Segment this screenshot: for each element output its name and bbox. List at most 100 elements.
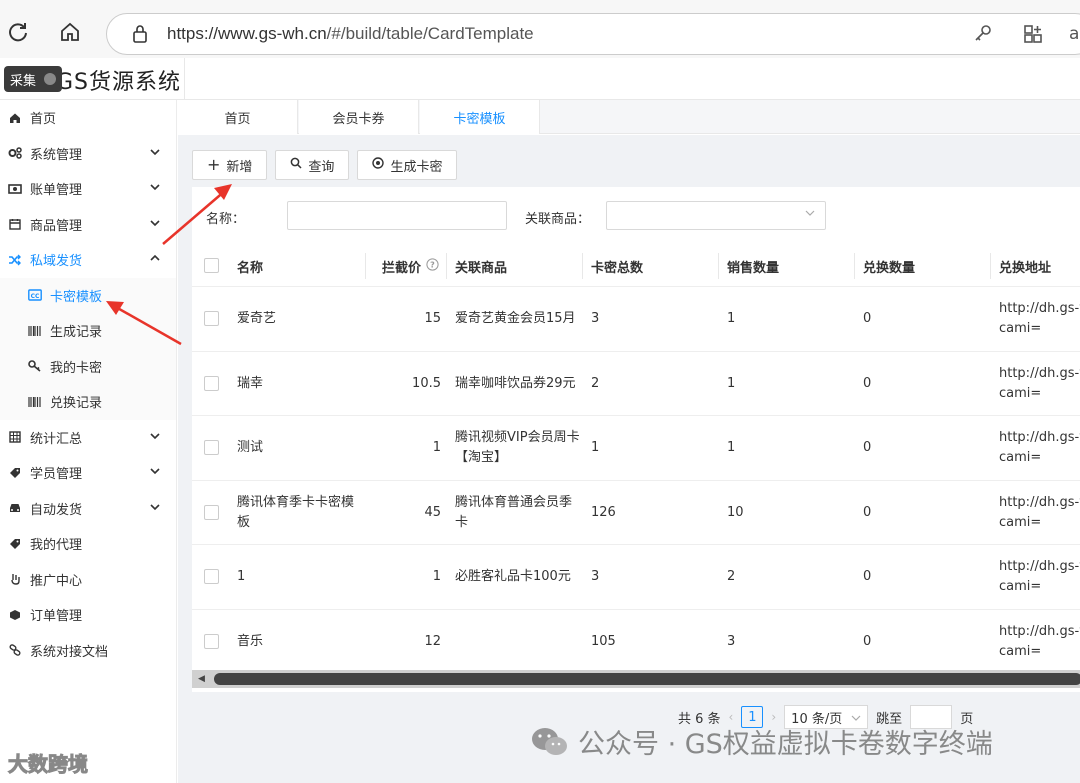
column-header-name[interactable]: 名称 [237,245,263,287]
row-checkbox[interactable] [204,311,219,326]
sidebar-item-promotion[interactable]: 推广中心 [0,562,176,598]
horizontal-scrollbar[interactable]: ◀ [192,670,1080,688]
app-header: GS货源系统 采集 [0,58,1080,100]
sidebar-item-billing[interactable]: 账单管理 [0,171,176,207]
cell-product: 腾讯体育普通会员季卡 [455,494,573,530]
sidebar-item-products[interactable]: 商品管理 [0,207,176,243]
cell-name: 瑞幸 [237,375,264,391]
sidebar-item-my-agent[interactable]: 我的代理 [0,526,176,562]
name-filter-input[interactable] [287,201,507,230]
sidebar-item-api-docs[interactable]: 系统对接文档 [0,633,176,669]
row-checkbox[interactable] [204,504,219,520]
add-button[interactable]: + 新增 [192,150,268,180]
row-checkbox[interactable] [204,440,219,455]
url-host: https://www.gs-wh.cn [167,24,327,43]
cell-product: 必胜客礼品卡100元 [455,569,571,584]
redeem-url-line2: cami= [999,450,1042,465]
cell-name: 音乐 [237,633,264,649]
cell-sold: 1 [727,375,736,391]
wechat-watermark: 公众号 · GS权益虚拟卡卷数字终端 [530,722,993,761]
redeem-url-line2: cami= [999,514,1042,530]
cell-product: 瑞幸咖啡饮品券29元 [455,375,576,391]
column-header-sold[interactable]: 销售数量 [727,245,779,287]
cell-redeem-url[interactable]: http://dh.gs-w cami= [999,287,1080,351]
chevron-down-icon [150,432,160,443]
cell-sold: 1 [727,440,736,455]
sidebar-item-redeem-records[interactable]: 兑换记录 [0,384,176,420]
column-header-price[interactable]: 拦截价 ? [382,245,439,287]
cell-redeem-url[interactable]: http://dh.gs-w cami= [999,352,1080,416]
cell-redeem-url[interactable]: http://dh.gs-w cami= [999,481,1080,545]
add-button-label: 新增 [226,159,253,175]
table-row[interactable]: 测试 1 腾讯视频VIP会员周卡【淘宝】 1 1 0 http://dh.gs-w cami= [192,416,1080,481]
column-header-product[interactable]: 关联商品 [455,245,507,287]
tag-icon [8,537,22,551]
column-header-redeem-url[interactable]: 兑换地址 [999,245,1051,287]
collect-button[interactable]: 采集 [4,66,62,92]
redeem-url-line1: http://dh.gs-w [999,559,1080,574]
table-row[interactable]: 爱奇艺 15 爱奇艺黄金会员15月 3 1 0 http://dh.gs-w cami= [192,287,1080,352]
cell-redeemed: 0 [863,311,872,326]
tab-home[interactable]: 首页 [178,100,298,134]
select-all-checkbox[interactable] [204,258,219,273]
read-aloud-icon[interactable]: a [1069,24,1079,44]
tab-card-template[interactable]: 卡密模板 [420,100,540,134]
tab-member-coupons[interactable]: 会员卡券 [299,100,419,134]
table-row[interactable]: 音乐 12 105 3 0 http://dh.gs-w cami= [192,610,1080,674]
reload-icon[interactable] [0,14,36,50]
generate-cards-button[interactable]: 生成卡密 [357,150,458,180]
name-filter-label: 名称： [206,212,246,227]
search-button-label: 查询 [308,159,335,175]
sidebar-item-auto-delivery[interactable]: 自动发货 [0,491,176,527]
row-checkbox[interactable] [204,569,219,584]
cell-total: 1 [591,440,600,455]
question-circle-icon[interactable]: ? [426,257,439,275]
column-header-redeemed[interactable]: 兑换数量 [863,245,915,287]
sidebar-item-label: 首页 [30,112,57,128]
scrollbar-thumb[interactable] [214,673,1080,685]
cell-redeem-url[interactable]: http://dh.gs-w cami= [999,610,1080,674]
extensions-icon[interactable] [1023,24,1043,48]
home-icon [8,111,22,125]
column-header-total[interactable]: 卡密总数 [591,245,643,287]
key-browser-icon[interactable] [973,24,993,48]
sidebar-item-private-delivery[interactable]: 私域发货 [0,242,176,278]
sidebar-item-my-cards[interactable]: 我的卡密 [0,349,176,385]
cell-product: 爱奇艺黄金会员15月 [455,311,576,326]
sidebar-item-students[interactable]: 学员管理 [0,455,176,491]
row-checkbox[interactable] [204,633,219,649]
sidebar-item-card-template[interactable]: CC 卡密模板 [0,278,176,314]
sidebar-item-statistics[interactable]: 统计汇总 [0,420,176,456]
sidebar-item-generate-records[interactable]: 生成记录 [0,313,176,349]
table-row[interactable]: 瑞幸 10.5 瑞幸咖啡饮品券29元 2 1 0 http://dh.gs-w cami= [192,352,1080,416]
row-checkbox[interactable] [204,375,219,391]
cell-name: 爱奇艺 [237,311,277,326]
cell-redeem-url[interactable]: http://dh.gs-w cami= [999,545,1080,609]
cell-redeemed: 0 [863,633,872,649]
column-divider [446,253,447,279]
cell-name: 测试 [237,440,264,455]
redeem-url-line1: http://dh.gs-w [999,494,1080,510]
scroll-left-icon[interactable]: ◀ [198,674,205,684]
cube-icon [8,608,22,622]
sidebar-item-orders[interactable]: 订单管理 [0,597,176,633]
redeem-url-line2: cami= [999,321,1042,336]
sidebar-item-home[interactable]: 首页 [0,100,176,136]
lock-icon [131,24,149,48]
table-row[interactable]: 1 1 必胜客礼品卡100元 3 2 0 http://dh.gs-w cami= [192,545,1080,610]
cell-price: 10.5 [412,375,441,391]
sidebar-item-label: 私域发货 [30,254,83,270]
home-browser-icon[interactable] [52,14,88,50]
sidebar: 首页 系统管理 账单管理 商品管理 私域发货 CC 卡密模板 生成记录 我的卡密… [0,100,177,783]
cell-name: 1 [237,569,246,584]
search-button[interactable]: 查询 [275,150,350,180]
product-filter-select[interactable] [606,201,826,230]
sidebar-item-system[interactable]: 系统管理 [0,136,176,172]
collect-toggle-icon [44,73,56,85]
cell-total: 2 [591,375,600,391]
cell-redeemed: 0 [863,504,872,520]
address-bar[interactable]: https://www.gs-wh.cn/#/build/table/CardT… [106,13,1080,55]
redeem-url-line2: cami= [999,579,1042,594]
table-row[interactable]: 腾讯体育季卡卡密模板 45 腾讯体育普通会员季卡 126 10 0 http://dh.gs… [192,481,1080,545]
cell-redeem-url[interactable]: http://dh.gs-w cami= [999,416,1080,480]
